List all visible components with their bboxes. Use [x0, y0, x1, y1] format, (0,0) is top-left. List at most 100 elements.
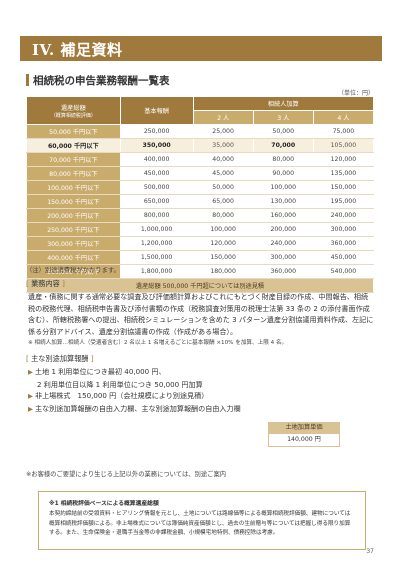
table-row: 150,000 千円以下 650,000 65,000 130,000 195,… — [26, 194, 375, 209]
estate-band: 60,000 千円以下 — [26, 138, 121, 153]
land-unit-price-box: 土地加算単価 140,000 円 — [268, 422, 340, 447]
page-number: 37 — [366, 548, 374, 555]
land-unit-price-label: 土地加算単価 — [268, 422, 340, 433]
table-row-highlighted: 60,000 千円以下 350,000 35,000 70,000 105,00… — [26, 138, 375, 153]
heir-2-fee: 45,000 — [192, 166, 254, 181]
header-row-1: 遺産総額 （概算相続税評価） 基本報酬 相続人加算 — [26, 96, 375, 125]
triangle-bullet-icon: ▶ — [28, 368, 33, 376]
fee-table: 遺産総額 （概算相続税評価） 基本報酬 相続人加算 2 人 3 人 4 人 50… — [26, 96, 375, 293]
heir-3-fee: 360,000 — [252, 264, 314, 279]
heir-4-fee: 120,000 — [312, 152, 375, 167]
base-fee: 1,800,000 — [119, 264, 194, 279]
estate-band: 250,000 千円以下 — [26, 222, 121, 237]
additional-list: ▶ 土地 1 利用単位につき最初 40,000 円、 2 利用単位目以降 1 利用… — [28, 366, 241, 415]
heir-4-fee: 540,000 — [312, 264, 375, 279]
table-row: 250,000 千円以下 1,000,000 100,000 200,000 3… — [26, 222, 375, 237]
list-item: ▶ 非上場株式 150,000 円（会社規模により別途見積） — [28, 390, 241, 403]
heir-4-fee: 150,000 — [312, 180, 375, 195]
table-row: 300,000 千円以下 1,200,000 120,000 240,000 3… — [26, 236, 375, 251]
table-row: 100,000 千円以下 500,000 50,000 100,000 150,… — [26, 180, 375, 195]
heading-accent-bar — [26, 74, 29, 86]
estate-band: 150,000 千円以下 — [26, 194, 121, 209]
heir-col-4: 4 人 — [312, 110, 375, 125]
estate-band: 200,000 千円以下 — [26, 208, 121, 223]
base-fee: 1,500,000 — [119, 250, 194, 265]
heir-4-fee: 195,000 — [312, 194, 375, 209]
tax-note: （注）別途消費税がかかります。 — [26, 267, 120, 274]
additional-label: [ 主な別途加算報酬 ] — [26, 354, 94, 363]
heir-3-fee: 130,000 — [252, 194, 314, 209]
heir-4-fee: 75,000 — [312, 124, 375, 139]
heir-col-2: 2 人 — [192, 110, 254, 125]
table-row: 80,000 千円以下 450,000 45,000 90,000 135,00… — [26, 166, 375, 181]
estate-band: 70,000 千円以下 — [26, 152, 121, 167]
table-row: 50,000 千円以下 250,000 25,000 50,000 75,000 — [26, 124, 375, 139]
heir-addition-header: 相続人加算 — [192, 96, 375, 111]
estate-band: 400,000 千円以下 — [26, 250, 121, 265]
heir-3-fee: 90,000 — [252, 166, 314, 181]
banner-title: IV. 補足資料 — [32, 41, 123, 59]
item-text: 非上場株式 150,000 円（会社規模により別途見積） — [35, 391, 209, 401]
heir-2-fee: 150,000 — [192, 250, 254, 265]
base-fee: 650,000 — [119, 194, 194, 209]
heir-4-fee: 360,000 — [312, 236, 375, 251]
heir-2-fee: 50,000 — [192, 180, 254, 195]
heir-3-fee: 50,000 — [252, 124, 314, 139]
heir-4-fee: 135,000 — [312, 166, 375, 181]
heir-3-fee: 240,000 — [252, 236, 314, 251]
heir-addition-note: ※ 相続人加算…相続人（受遺者含む）2 名以上 1 名増えるごとに基本報酬 ×1… — [28, 340, 288, 346]
estate-header-label: 遺産総額 — [60, 104, 86, 112]
base-fee: 450,000 — [119, 166, 194, 181]
closing-note: ※お客様のご要望により生じる上記以外の業務については、別途ご案内 — [26, 471, 227, 478]
heir-2-fee: 65,000 — [192, 194, 254, 209]
footnote-title: ※1 相続税評価ベースによる概算遺産総額 — [49, 501, 159, 507]
table-row: 200,000 千円以下 800,000 80,000 160,000 240,… — [26, 208, 375, 223]
base-fee: 500,000 — [119, 180, 194, 195]
table-row: 400,000 千円以下 1,500,000 150,000 300,000 4… — [26, 250, 375, 265]
heir-3-fee: 70,000 — [252, 138, 314, 153]
estate-band: 50,000 千円以下 — [26, 124, 121, 139]
scope-label-text: 業務内容 — [31, 279, 60, 288]
base-fee: 250,000 — [119, 124, 194, 139]
footnote-box: ※1 相続税評価ベースによる概算遺産総額 本契約締結前の受領資料・ヒアリング情報… — [38, 491, 366, 550]
table-title: 相続税の申告業務報酬一覧表 — [33, 75, 170, 87]
heir-3-fee: 300,000 — [252, 250, 314, 265]
table-row: 70,000 千円以下 400,000 40,000 80,000 120,00… — [26, 152, 375, 167]
footnote-text: 本契約締結前の受領資料・ヒアリング情報を元とし、土地については路線価等による概算… — [49, 511, 351, 536]
item-text: 土地 1 利用単位につき最初 40,000 円、 — [35, 367, 166, 376]
heir-2-fee: 35,000 — [192, 138, 254, 153]
triangle-bullet-icon: ▶ — [28, 404, 33, 413]
heir-3-fee: 160,000 — [252, 208, 314, 223]
heir-2-fee: 120,000 — [192, 236, 254, 251]
additional-label-text: 主な別途加算報酬 — [31, 354, 89, 363]
heir-2-fee: 180,000 — [192, 264, 254, 279]
heir-2-fee: 80,000 — [192, 208, 254, 223]
base-fee: 1,000,000 — [119, 222, 194, 237]
heir-4-fee: 240,000 — [312, 208, 375, 223]
estate-header-sublabel: （概算相続税評価） — [50, 112, 96, 119]
list-item: ▶ 主な別途加算報酬の自由入力欄、主な別途加算報酬の自由入力欄 — [28, 403, 241, 416]
land-unit-price-value: 140,000 円 — [268, 433, 340, 447]
estate-band: 100,000 千円以下 — [26, 180, 121, 195]
heir-4-fee: 105,000 — [312, 138, 375, 153]
heir-2-fee: 25,000 — [192, 124, 254, 139]
heir-4-fee: 300,000 — [312, 222, 375, 237]
heir-3-fee: 80,000 — [252, 152, 314, 167]
estate-header: 遺産総額 （概算相続税評価） — [26, 96, 121, 125]
heir-2-fee: 100,000 — [192, 222, 254, 237]
section-banner: IV. 補足資料 — [20, 36, 382, 61]
base-fee: 1,200,000 — [119, 236, 194, 251]
scope-text: 遺産・債務に関する通常必要な調査及び評価額計算およびこれにもとづく財産目録の作成… — [28, 292, 374, 336]
heir-col-3: 3 人 — [252, 110, 314, 125]
heir-4-fee: 450,000 — [312, 250, 375, 265]
estate-band: 300,000 千円以下 — [26, 236, 121, 251]
scope-label: [ 業務内容 ] — [26, 279, 65, 288]
estate-band: 80,000 千円以下 — [26, 166, 121, 181]
item-text: 主な別途加算報酬の自由入力欄、主な別途加算報酬の自由入力欄 — [35, 403, 241, 413]
heir-3-fee: 200,000 — [252, 222, 314, 237]
base-fee: 350,000 — [119, 138, 194, 153]
list-item: ▶ 土地 1 利用単位につき最初 40,000 円、 — [28, 366, 241, 379]
heir-2-fee: 40,000 — [192, 152, 254, 167]
heir-3-fee: 100,000 — [252, 180, 314, 195]
triangle-bullet-icon: ▶ — [28, 392, 33, 401]
